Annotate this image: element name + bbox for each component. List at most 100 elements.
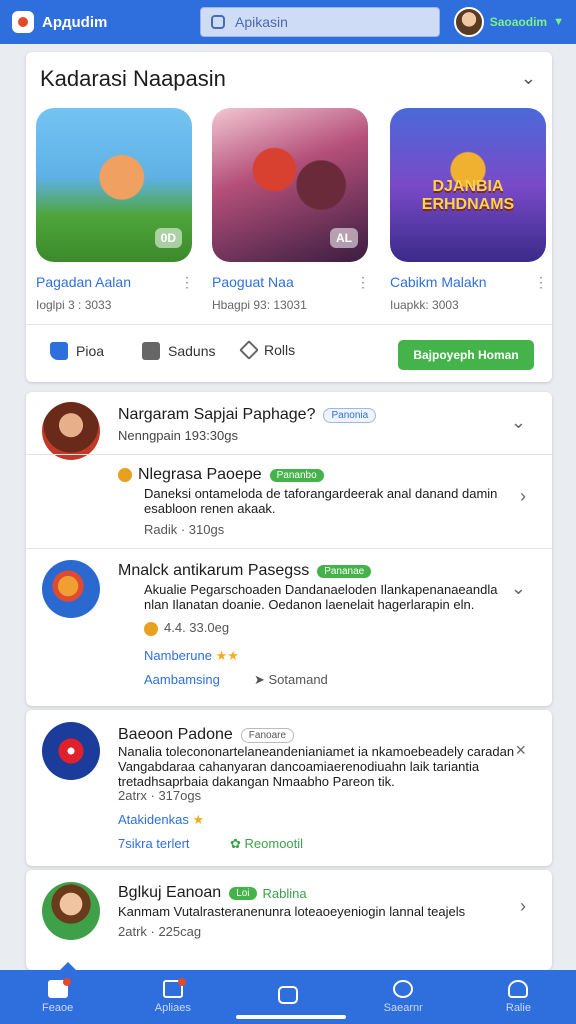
check-icon (278, 986, 298, 1004)
leaf-icon: ✿ (230, 836, 245, 851)
game-tile[interactable]: 0D Pagadan Aalan Ioglpi 3 : 3033 ⋮ (36, 108, 196, 312)
avatar[interactable] (42, 560, 100, 618)
game-tile[interactable]: DJANBIA ERHDNAMS Cabikm Malakn Iuapkk: 3… (390, 108, 550, 312)
post-body: Akualie Pegarschoaden Dandanaeloden Ilan… (144, 582, 498, 612)
chevron-down-icon[interactable]: ⌄ (511, 412, 526, 433)
share-link[interactable]: ✿ Reomootil (230, 836, 303, 852)
chevron-right-icon[interactable]: › (520, 486, 526, 507)
tab-apps[interactable]: Apliaes (115, 970, 230, 1024)
featured-title: Kadarasi Naapasin (40, 66, 226, 91)
star-icon: ★ (192, 812, 205, 827)
post-title-text: Mnalck antikarum Pasegss (118, 562, 310, 579)
like-label: Pioa (76, 343, 105, 359)
reaction-link[interactable]: Namberune ★★ (144, 648, 239, 664)
chevron-down-icon[interactable]: ⌄ (511, 578, 526, 599)
avatar[interactable] (42, 882, 100, 940)
game-artwork[interactable]: DJANBIA ERHDNAMS (390, 108, 546, 262)
tab-label: Feaoe (42, 1002, 74, 1014)
game-name[interactable]: Pagadan Aalan (36, 274, 196, 290)
home-indicator (236, 1015, 346, 1019)
clock-icon (393, 980, 414, 998)
game-meta: Hbagpi 93: 13031 (212, 298, 307, 312)
search-input[interactable]: Apikasin (200, 7, 440, 37)
avatar[interactable] (42, 402, 100, 460)
status-badge: Panonia (323, 407, 377, 423)
post-card: Bglkuj Eanoan Loi Rablina Kanmam Vutalra… (26, 870, 552, 970)
game-badge: AL (330, 228, 358, 248)
comment-label: Saduns (168, 343, 216, 359)
primary-action-button[interactable]: Bajpoyeph Homan (398, 340, 534, 370)
post-title[interactable]: Mnalck antikarum Pasegss Pananae (118, 562, 372, 580)
post-title[interactable]: Bglkuj Eanoan Loi Rablina (118, 884, 307, 902)
avatar[interactable] (42, 722, 100, 780)
chevron-down-icon[interactable]: ▼ (553, 16, 564, 28)
status-badge: Pananae (317, 564, 372, 578)
share-link[interactable]: ➤ Sotamand (254, 672, 328, 688)
post-meta: 2atrk · 225cag (118, 924, 202, 939)
tab-label: Apliaes (154, 1002, 191, 1014)
tab-label: Ralie (505, 1002, 531, 1014)
username: Saoaodim (489, 15, 548, 29)
reaction-link[interactable]: Atakidenkas ★ (118, 812, 204, 828)
game-name[interactable]: Paoguat Naa (212, 274, 372, 290)
more-options-icon[interactable]: ⋮ (534, 274, 548, 291)
game-name[interactable]: Cabikm Malakn (390, 274, 550, 290)
search-placeholder: Apikasin (235, 14, 288, 30)
post-meta: Radik · 310gs (144, 522, 225, 537)
share-icon: ➤ (254, 672, 269, 687)
status-badge: Pananbo (269, 468, 324, 482)
tab-profile[interactable]: Ralie (461, 970, 576, 1024)
share-link-text: Sotamand (268, 672, 328, 687)
like-button[interactable]: Pioa (50, 342, 104, 360)
emoji-icon (144, 621, 158, 636)
game-meta: Ioglpi 3 : 3033 (36, 298, 112, 312)
post-title[interactable]: Nargaram Sapjai Paphage? Panonia (118, 406, 377, 424)
post-title-text: Baeoon Padone (118, 726, 233, 743)
app-name: Apдudim (42, 13, 108, 31)
game-logo-text: DJANBIA ERHDNAMS (421, 178, 515, 213)
share-button[interactable]: Rolls (239, 340, 296, 360)
user-menu[interactable]: Saoaodim ▼ (453, 7, 564, 37)
star-icon: ★★ (215, 648, 239, 663)
close-icon[interactable]: × (515, 740, 526, 761)
app-logo-icon[interactable] (12, 11, 34, 33)
status-badge: Fanoare (240, 727, 295, 743)
divider (26, 324, 552, 325)
game-artwork[interactable]: 0D (36, 108, 192, 262)
search-icon (211, 15, 225, 29)
game-meta: Iuapkk: 3003 (390, 298, 459, 312)
tab-search[interactable]: Saearnr (346, 970, 461, 1024)
emoji-icon (118, 468, 132, 482)
game-tile[interactable]: AL Paoguat Naa Hbagpi 93: 13031 ⋮ (212, 108, 372, 312)
post-title-text: Nlegrasa Paoepe (138, 466, 262, 483)
top-bar: Apдudim Apikasin Saoaodim ▼ (0, 0, 576, 44)
share-icon (239, 340, 259, 360)
notification-badge (62, 978, 71, 986)
status-badge: Loi (229, 886, 257, 900)
divider (26, 454, 552, 455)
avatar[interactable] (453, 7, 484, 37)
post-title-text: Nargaram Sapjai Paphage? (118, 406, 316, 423)
post-card: Baeoon Padone Fanoare Nanalia toleconona… (26, 710, 552, 866)
comment-button[interactable]: Saduns (142, 342, 215, 360)
share-label: Rolls (264, 342, 296, 358)
tab-home[interactable]: Feaoe (0, 970, 115, 1024)
chevron-right-icon[interactable]: › (520, 896, 526, 917)
divider (26, 548, 552, 549)
more-options-icon[interactable]: ⋮ (356, 274, 370, 291)
game-artwork[interactable]: AL (212, 108, 368, 262)
game-badge: 0D (154, 228, 182, 248)
featured-card: Kadarasi Naapasin ⌄ 0D Pagadan Aalan Iog… (26, 52, 552, 382)
post-meta: 4.4. 33.0eg (144, 620, 229, 636)
share-link-text: Reomootil (244, 836, 304, 851)
reaction-link-text: Namberune (144, 648, 212, 663)
more-options-icon[interactable]: ⋮ (180, 274, 194, 291)
reply-link[interactable]: 7sikra terlert (118, 836, 190, 851)
post-body: Daneksi ontameloda de taforangardeerak a… (144, 486, 498, 516)
reply-link[interactable]: Aambamsing (144, 672, 220, 687)
post-title[interactable]: Baeoon Padone Fanoare (118, 726, 295, 744)
reaction-link-text: Atakidenkas (118, 812, 189, 827)
post-title[interactable]: Nlegrasa Paoepe Pananbo (118, 466, 324, 484)
post-body: Nanalia tolecononartelaneandenianiamet i… (118, 744, 515, 789)
chevron-down-icon[interactable]: ⌄ (521, 68, 536, 89)
